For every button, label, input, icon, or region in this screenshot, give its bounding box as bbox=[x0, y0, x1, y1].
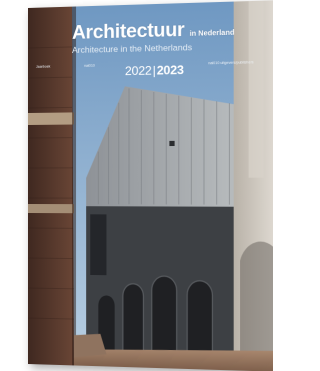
stone-band bbox=[28, 111, 74, 125]
building-window bbox=[90, 214, 107, 276]
column-inner bbox=[248, 0, 264, 178]
title-main: Architectuur bbox=[72, 19, 185, 44]
stone-band bbox=[28, 204, 75, 214]
year-end: 2023 bbox=[156, 62, 184, 78]
photo-scene: Architectuur in Nederland Architecture i… bbox=[0, 0, 273, 371]
book-cover: Architectuur in Nederland Architecture i… bbox=[28, 0, 273, 371]
cover-years: 2022|2023 bbox=[125, 63, 184, 78]
cover-editors-left: Jaarboek bbox=[35, 64, 51, 69]
brick-wall-left bbox=[28, 6, 75, 366]
cover-photograph bbox=[28, 0, 273, 371]
wall-edge bbox=[72, 6, 77, 366]
year-start: 2022 bbox=[124, 63, 152, 79]
title-suffix: in Nederland bbox=[189, 29, 235, 38]
cover-editors-mid: nai010 bbox=[84, 63, 95, 68]
facade-fixture bbox=[169, 140, 175, 147]
cover-title: Architectuur in Nederland bbox=[72, 19, 235, 44]
